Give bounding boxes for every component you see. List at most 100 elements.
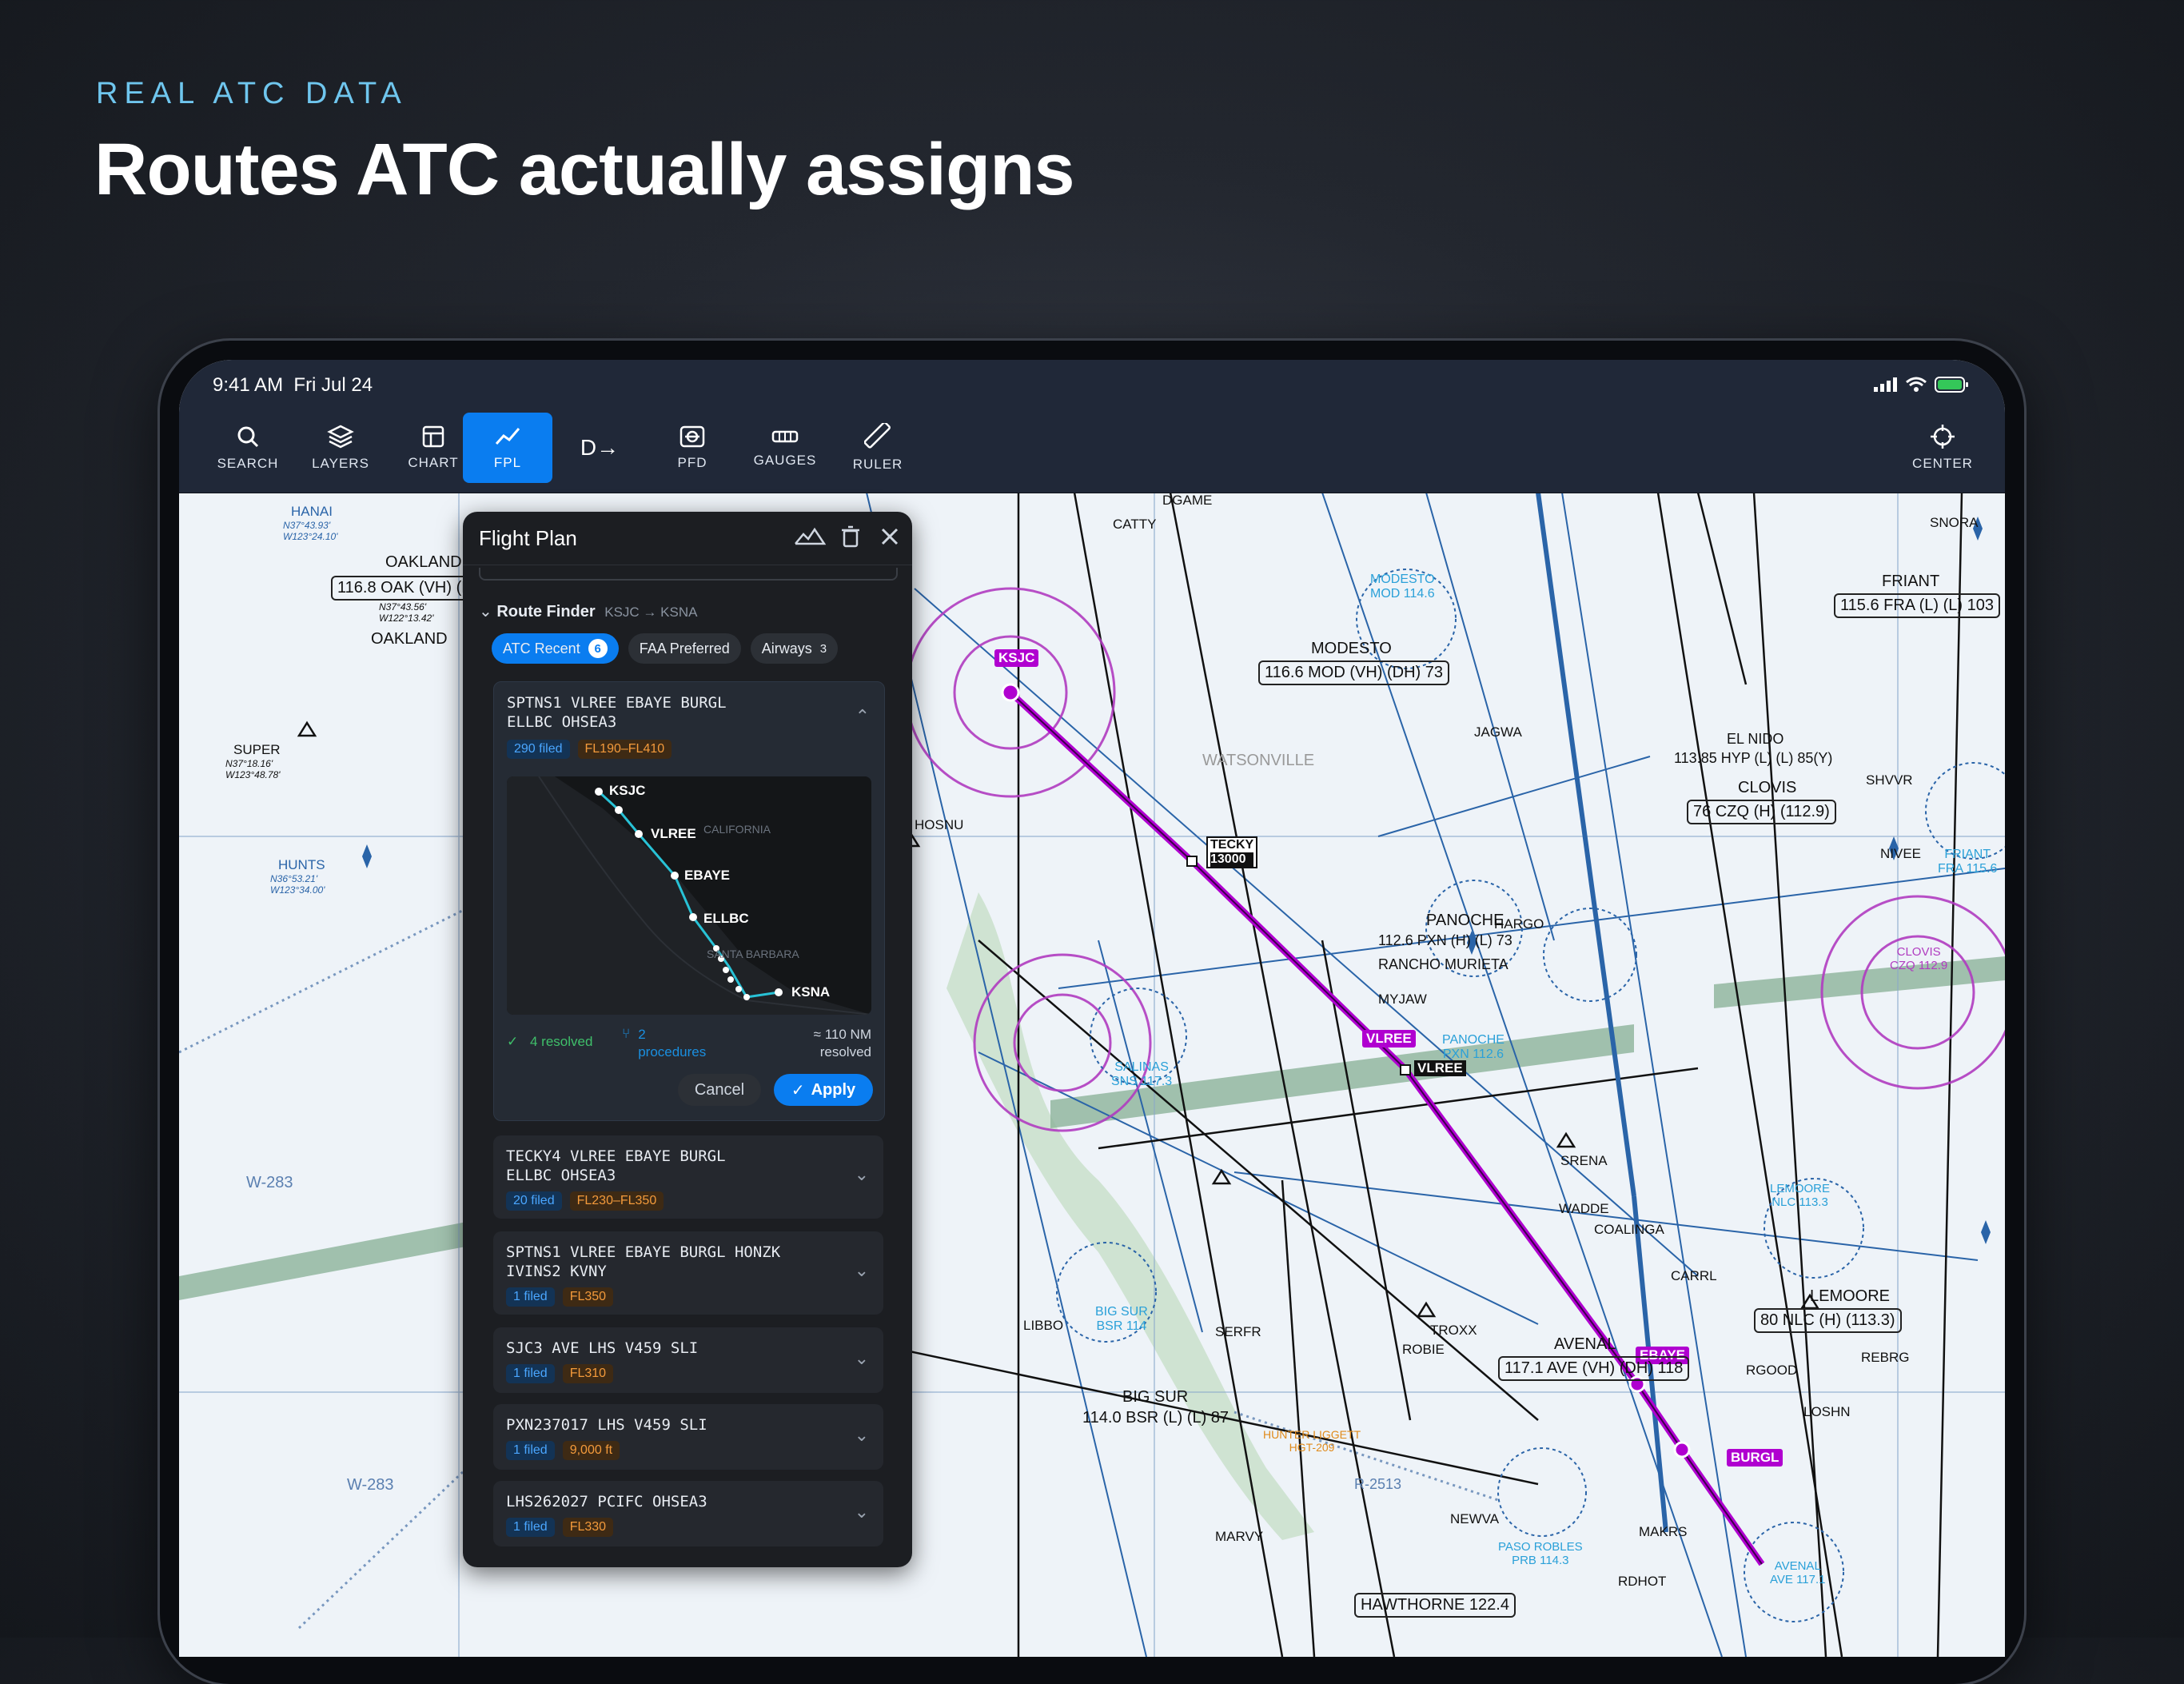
tab-airways[interactable]: Airways 3 [750,633,839,664]
route-string: LHS262027 PCIFC OHSEA3 [506,1493,707,1510]
chevron-up-icon[interactable]: ⌃ [855,706,870,727]
map-label: SERFR [1215,1324,1261,1339]
altitude-badge: FL350 [562,1287,614,1307]
map-label: CATTY [1113,517,1157,532]
chevron-down-icon: ⌄ [479,603,492,621]
preview-label: CALIFORNIA [703,823,771,836]
preview-waypoint-label: KSNA [791,984,831,1000]
tab-label: Airways [761,640,812,656]
chart-icon [422,425,444,448]
center-button[interactable]: CENTER [1898,413,1987,483]
map-label: NIVEE [1880,846,1922,861]
map-label: NEWVA [1450,1511,1500,1526]
route-card[interactable]: LHS262027 PCIFC OHSEA3 1 filed FL330 ⌄ [493,1481,883,1546]
chevron-down-icon: ⌄ [854,1502,869,1522]
route-string: PXN237017 LHS V459 SLI [506,1416,707,1434]
route-card[interactable]: SPTNS1 VLREE EBAYE BURGL HONZK IVINS2 KV… [493,1231,883,1315]
checkmark-icon: ✓ [791,1081,805,1099]
route-card[interactable]: SJC3 AVE LHS V459 SLI 1 filed FL310 ⌄ [493,1327,883,1393]
map-label: 116.8 OAK (VH) (D [331,576,480,601]
map-label: W-283 [246,1174,293,1191]
route-card[interactable]: TECKY4 VLREE EBAYE BURGL ELLBC OHSEA3 20… [493,1135,883,1219]
map-label: SUPER [233,742,281,757]
chevron-down-icon: ⌄ [854,1164,869,1184]
map-label: W-283 [347,1476,394,1494]
map-label: AVENAL AVE 117.1 [1770,1559,1826,1586]
altitude-badge: FL330 [562,1518,614,1537]
map-label: SALINAS SNS 117.3 [1111,1060,1173,1088]
procedures-status: ⑂ 2 procedures [622,1026,706,1061]
route-preview-map: CALIFORNIA SANTA BARBARA KSJC VLREE EBAY… [507,776,871,1015]
chevron-down-icon: ⌄ [854,1348,869,1368]
preview-waypoint-label: EBAYE [684,868,731,883]
direct-to-button[interactable]: D→ [555,413,644,483]
map-label: 114.0 BSR (L) (L) 87 [1082,1409,1229,1427]
close-icon[interactable] [879,525,901,549]
app-screen: HANAI N37°43.93' W123°24.10' OAKLAND 116… [179,360,2005,1657]
map-label: RDHOT [1618,1574,1667,1589]
map-label: MYJAW [1378,992,1427,1007]
filed-count-badge: 1 filed [506,1518,555,1537]
waypoint-label-burgl[interactable]: BURGL [1727,1449,1783,1467]
fpl-button[interactable]: FPL [463,413,552,483]
waypoint-label-ksjc[interactable]: KSJC [994,649,1039,667]
map-label: HOSNU [915,817,964,832]
terrain-profile-icon[interactable] [794,525,826,549]
resolved-text: 4 resolved [529,1034,593,1049]
route-card-expanded[interactable]: SPTNS1 VLREE EBAYE BURGL ELLBC OHSEA3 29… [493,681,885,1121]
map-label: LOSHN [1803,1404,1851,1419]
map-label: VLREE [1414,1060,1466,1076]
route-badges: 1 filed FL350 [506,1287,614,1307]
map-label: HAWTHORNE 122.4 [1354,1593,1516,1618]
map-label: 112.6 PXN (H) (L) 73 [1378,932,1512,948]
map-label: DGAME [1162,493,1213,508]
waypoint-label-vlree[interactable]: VLREE [1362,1030,1416,1048]
tab-faa-preferred[interactable]: FAA Preferred [628,633,741,664]
apply-button[interactable]: ✓ Apply [774,1074,873,1106]
map-label: JAGWA [1474,724,1522,740]
tab-count: 3 [819,641,827,656]
map-label: EL NIDO [1727,731,1784,747]
trash-icon[interactable] [840,525,861,549]
route-badges: 290 filed FL190–FL410 [507,740,672,759]
filed-count-badge: 1 filed [506,1441,555,1460]
map-label: MAKRS [1639,1524,1688,1539]
layers-button[interactable]: LAYERS [296,413,385,483]
ruler-label: RULER [852,457,903,472]
preview-waypoint-label: ELLBC [703,911,749,926]
route-finder-header[interactable]: ⌄ Route Finder KSJC → KSNA [479,601,697,621]
search-button[interactable]: SEARCH [203,413,293,483]
route-badges: 1 filed 9,000 ft [506,1441,620,1460]
cancel-button[interactable]: Cancel [678,1074,761,1106]
map-label: PANOCHE PXN 112.6 [1442,1033,1504,1061]
route-card[interactable]: PXN237017 LHS V459 SLI 1 filed 9,000 ft … [493,1404,883,1470]
resolved-status: ✓ 4 resolved [507,1034,592,1050]
map-label: N36°53.21' W123°34.00' [270,873,325,896]
ruler-icon [864,423,891,449]
pfd-icon [680,425,705,448]
altitude-badge: 9,000 ft [562,1441,620,1460]
status-bar: 9:41 AM Fri Jul 24 [179,360,2005,406]
map-label: 117.1 AVE (VH) (DH) 118 [1498,1356,1690,1381]
status-time: 9:41 AM Fri Jul 24 [213,374,373,397]
top-toolbar: SEARCH LAYERS CHART FPL D→ PFD GAUGES RU… [179,406,2005,493]
filed-count-badge: 1 filed [506,1364,555,1383]
panel-header: Flight Plan [463,512,912,565]
map-label: CARRL [1671,1268,1717,1283]
map-label: HUNTER LIGGETT HGT-209 [1263,1428,1361,1454]
battery-icon [1935,377,1968,393]
pfd-button[interactable]: PFD [648,413,737,483]
fpl-label: FPL [493,455,522,470]
map-label: SHVVR [1866,772,1913,788]
layers-icon [327,425,354,449]
gauges-button[interactable]: GAUGES [740,413,830,483]
tab-atc-recent[interactable]: ATC Recent 6 [492,633,619,664]
preview-waypoint-label: KSJC [609,783,646,798]
ruler-button[interactable]: RULER [833,413,923,483]
route-string: TECKY4 VLREE EBAYE BURGL ELLBC OHSEA3 [506,1147,726,1184]
map-label: BIG SUR [1122,1388,1189,1406]
map-label: RANCHO MURIETA [1378,956,1508,972]
map-label: 76 CZQ (H) (112.9) [1687,800,1836,824]
eyebrow: REAL ATC DATA [96,77,408,110]
fpl-icon [495,428,520,445]
